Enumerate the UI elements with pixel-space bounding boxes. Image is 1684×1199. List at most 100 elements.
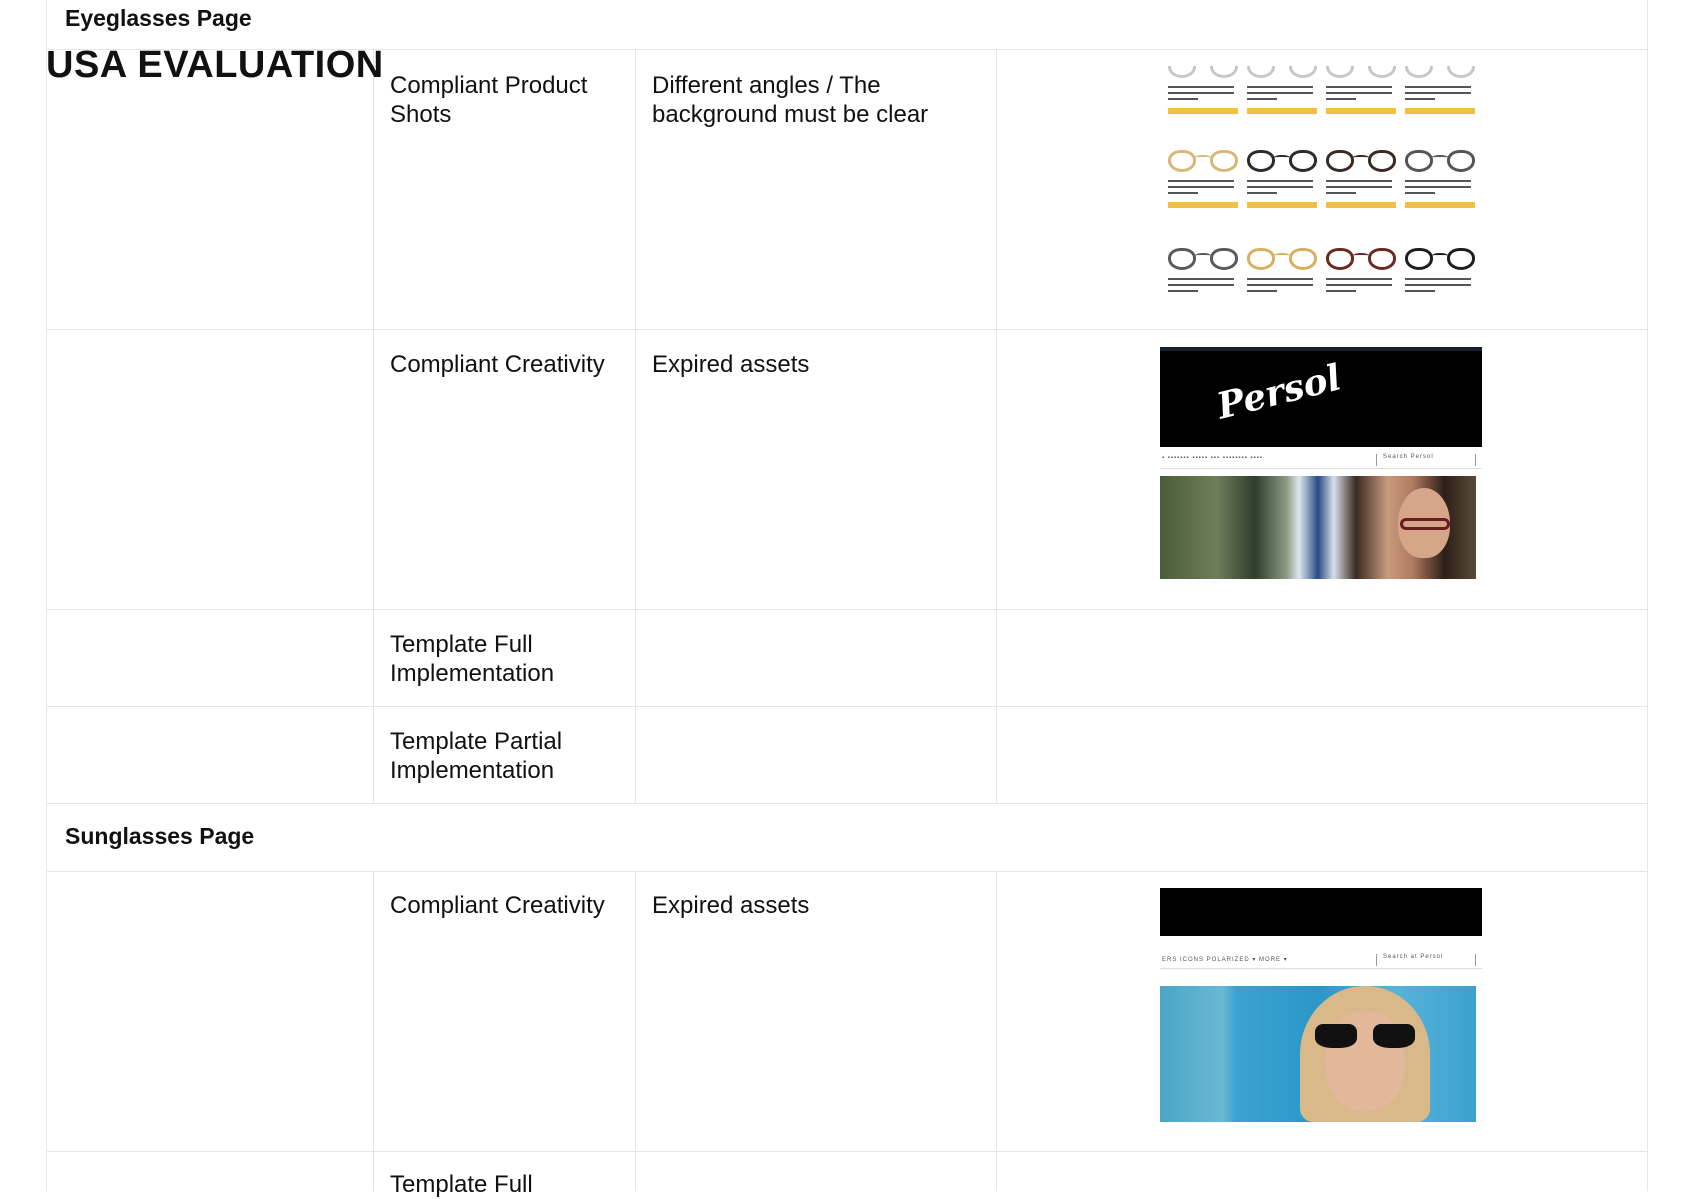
- column-divider: [996, 49, 997, 803]
- model-sunglasses: [1315, 1024, 1415, 1048]
- product-text-line: [1168, 186, 1234, 188]
- product-text-line: [1247, 290, 1277, 292]
- product-text-line: [1247, 284, 1313, 286]
- product-text-line: [1405, 186, 1471, 188]
- add-to-cart-button: [1247, 108, 1317, 114]
- product-text-line: [1405, 92, 1471, 94]
- criterion-cell: Template Partial Implementation: [390, 728, 563, 784]
- add-to-cart-button: [1405, 202, 1475, 208]
- product-thumbnail: [1324, 244, 1398, 312]
- product-text-line: [1326, 278, 1392, 280]
- row-divider: [46, 706, 1647, 707]
- column-divider: [996, 871, 997, 1191]
- add-to-cart-button: [1405, 108, 1475, 114]
- product-thumbnail: [1166, 146, 1240, 246]
- product-thumbnail: [1403, 66, 1477, 152]
- product-grid-screenshot: [1160, 66, 1480, 312]
- row-divider: [46, 329, 1647, 330]
- product-text-line: [1247, 92, 1313, 94]
- product-thumbnail: [1324, 66, 1398, 152]
- product-thumbnail: [1403, 244, 1477, 312]
- persol-banner-screenshot: Persol ▪ ▪▪▪▪▪▪▪ ▪▪▪▪▪ ▪▪▪ ▪▪▪▪▪▪▪▪ ▪▪▪▪…: [1160, 347, 1482, 579]
- product-text-line: [1405, 98, 1435, 100]
- eyeglasses-frame-icon: [1247, 66, 1317, 78]
- product-text-line: [1326, 180, 1392, 182]
- add-to-cart-button: [1247, 202, 1317, 208]
- product-thumbnail: [1245, 146, 1319, 246]
- column-divider: [373, 871, 374, 1191]
- description-cell: Different angles / The background must b…: [652, 72, 929, 128]
- row-divider: [46, 1151, 1647, 1152]
- criterion-cell: Compliant Product Shots: [390, 72, 588, 128]
- page-title: USA EVALUATION: [46, 44, 384, 86]
- product-text-line: [1168, 98, 1198, 100]
- product-text-line: [1405, 192, 1435, 194]
- eyeglasses-frame-icon: [1405, 244, 1475, 270]
- product-thumbnail: [1166, 244, 1240, 312]
- eyeglasses-frame-icon: [1326, 244, 1396, 270]
- product-text-line: [1405, 278, 1471, 280]
- product-thumbnail: [1166, 66, 1240, 152]
- description-cell: Expired assets: [652, 892, 810, 919]
- product-text-line: [1405, 290, 1435, 292]
- product-text-line: [1247, 186, 1313, 188]
- product-text-line: [1326, 186, 1392, 188]
- product-text-line: [1168, 278, 1234, 280]
- product-thumbnail: [1403, 146, 1477, 246]
- eyeglasses-frame-icon: [1247, 244, 1317, 270]
- product-text-line: [1326, 284, 1392, 286]
- description-cell: Expired assets: [652, 351, 810, 378]
- product-text-line: [1326, 290, 1356, 292]
- column-divider: [635, 49, 636, 803]
- banner-nav-strip: ▪ ▪▪▪▪▪▪▪ ▪▪▪▪▪ ▪▪▪ ▪▪▪▪▪▪▪▪ ▪▪▪▪ Search…: [1160, 452, 1482, 469]
- banner-nav-strip: ERS ICONS POLARIZED ▾ MORE ▾ Search at P…: [1160, 952, 1482, 969]
- product-thumbnail: [1324, 146, 1398, 246]
- eyeglasses-frame-icon: [1326, 146, 1396, 172]
- product-text-line: [1168, 92, 1234, 94]
- product-text-line: [1168, 192, 1198, 194]
- column-divider: [373, 49, 374, 803]
- model-glasses: [1400, 518, 1450, 530]
- add-to-cart-button: [1168, 202, 1238, 208]
- product-text-line: [1326, 98, 1356, 100]
- eyeglasses-frame-icon: [1405, 66, 1475, 78]
- row-divider: [46, 609, 1647, 610]
- campaign-photo: [1160, 476, 1476, 579]
- product-text-line: [1405, 180, 1471, 182]
- product-text-line: [1168, 290, 1198, 292]
- eyeglasses-frame-icon: [1405, 146, 1475, 172]
- eyeglasses-frame-icon: [1247, 146, 1317, 172]
- add-to-cart-button: [1168, 108, 1238, 114]
- eyeglasses-frame-icon: [1326, 66, 1396, 78]
- row-divider: [46, 803, 1647, 804]
- eyeglasses-frame-icon: [1168, 146, 1238, 172]
- campaign-photo: [1160, 986, 1476, 1122]
- product-text-line: [1405, 284, 1471, 286]
- section-title-sunglasses: Sunglasses Page: [65, 823, 255, 849]
- product-thumbnail: [1245, 244, 1319, 312]
- product-text-line: [1326, 92, 1392, 94]
- product-text-line: [1247, 86, 1313, 88]
- column-divider: [635, 871, 636, 1191]
- criterion-cell: Compliant Creativity: [390, 351, 605, 378]
- banner-header-bar: [1160, 888, 1482, 936]
- product-text-line: [1247, 98, 1277, 100]
- product-text-line: [1247, 278, 1313, 280]
- product-text-line: [1326, 86, 1392, 88]
- row-divider: [46, 871, 1647, 872]
- nav-search-field: Search at Persol: [1376, 954, 1476, 966]
- add-to-cart-button: [1326, 202, 1396, 208]
- criterion-cell: Compliant Creativity: [390, 892, 605, 919]
- criterion-cell: Template Full Implementation: [390, 631, 555, 687]
- criterion-cell: Template Full: [390, 1171, 533, 1198]
- nav-search-field: Search Persol: [1376, 454, 1476, 466]
- product-text-line: [1168, 180, 1234, 182]
- product-text-line: [1168, 284, 1234, 286]
- product-text-line: [1326, 192, 1356, 194]
- product-thumbnail: [1245, 66, 1319, 152]
- product-text-line: [1405, 86, 1471, 88]
- eyeglasses-frame-icon: [1168, 66, 1238, 78]
- sunglasses-banner-screenshot: ERS ICONS POLARIZED ▾ MORE ▾ Search at P…: [1160, 888, 1482, 1132]
- nav-links: ERS ICONS POLARIZED ▾ MORE ▾: [1162, 957, 1288, 963]
- product-text-line: [1168, 86, 1234, 88]
